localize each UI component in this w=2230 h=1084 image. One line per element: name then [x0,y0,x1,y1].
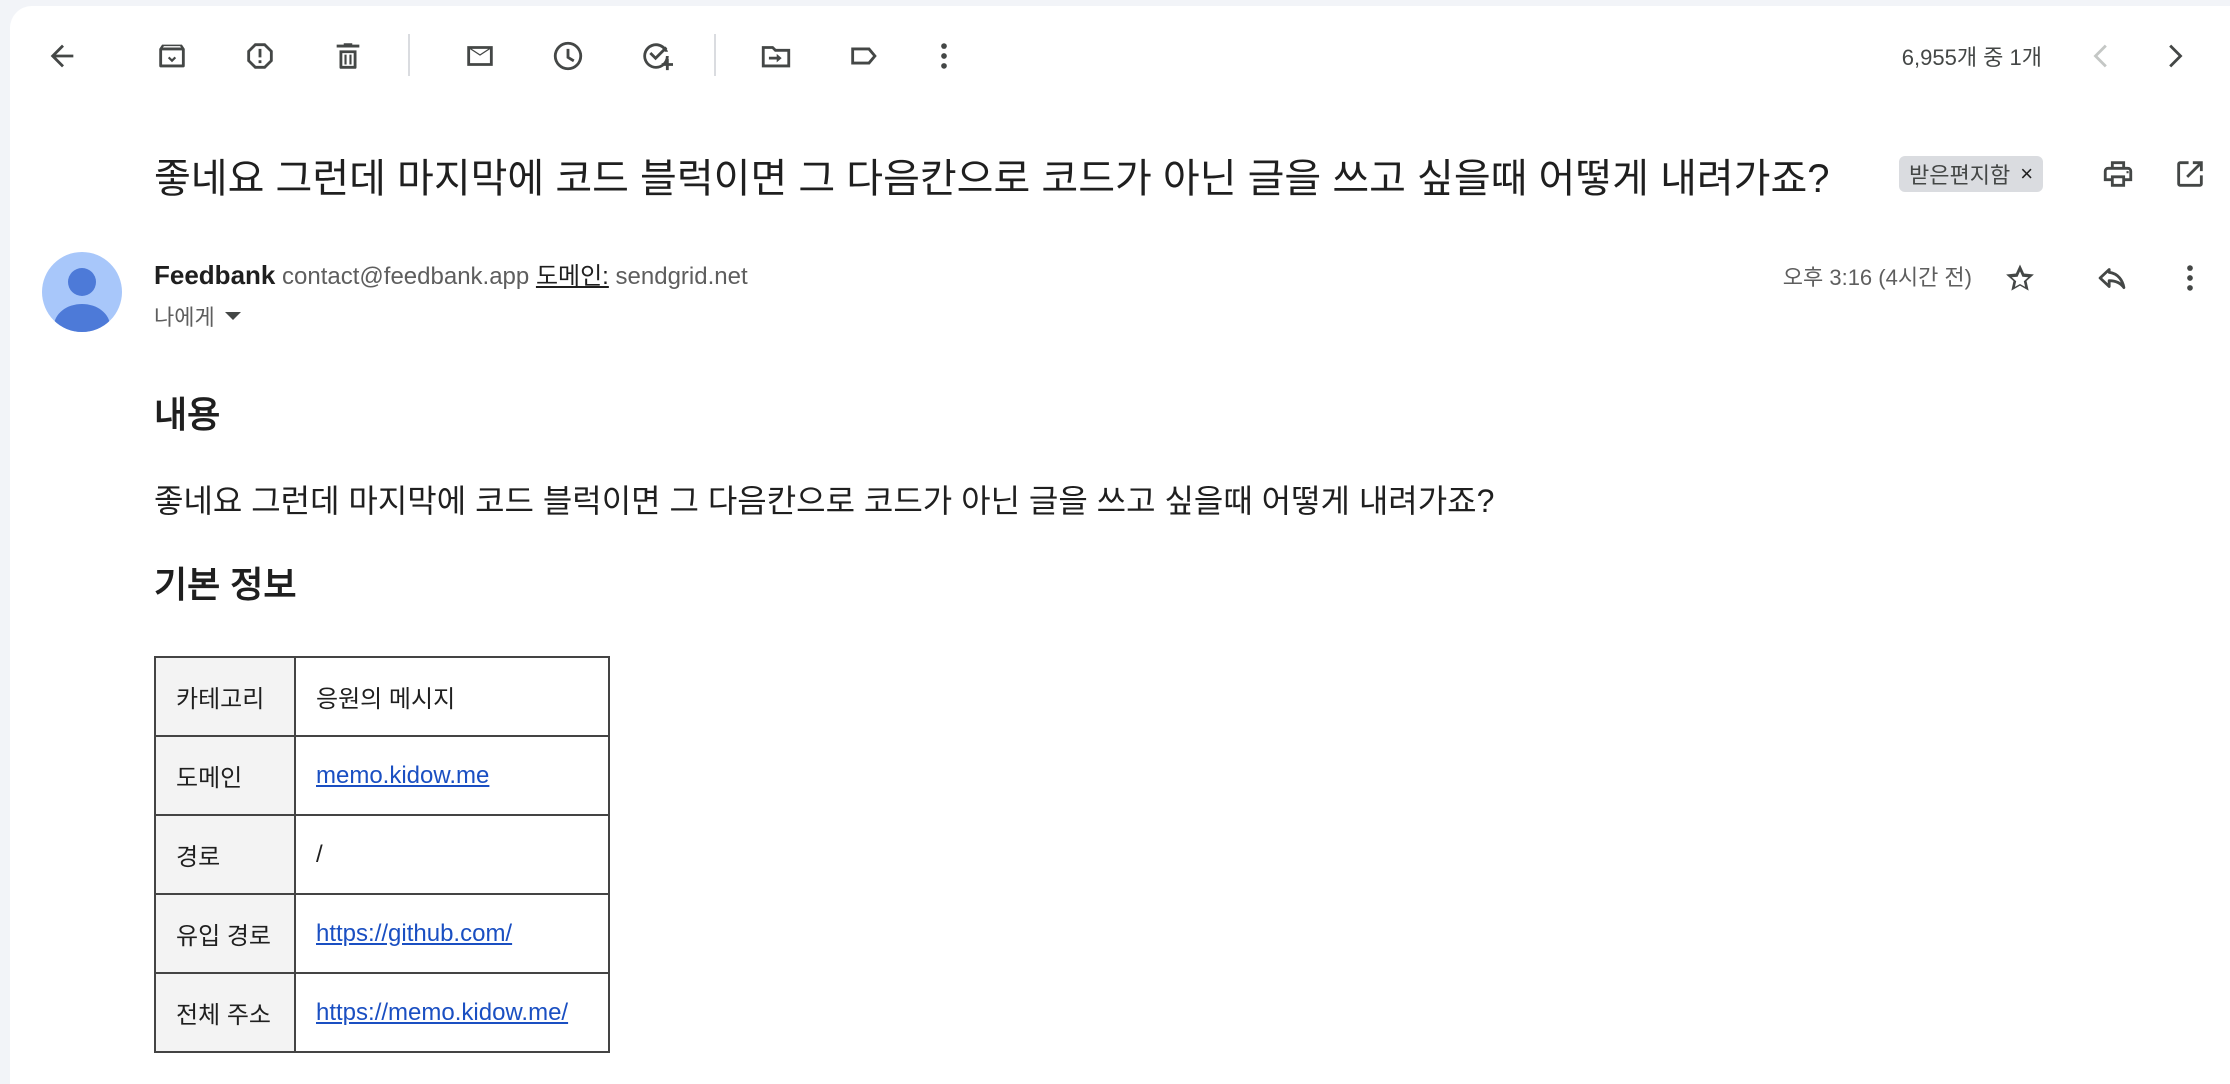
toolbar-divider [408,34,410,76]
message-date: 오후 3:16 (4시간 전) [1782,265,1972,290]
mailed-by-domain: sendgrid.net [615,263,748,290]
move-to-icon [761,46,791,68]
delete-button[interactable] [320,28,376,84]
recipient-line: 나에게 [154,300,241,332]
toolbar: 6,955개 중 1개 [10,6,2230,98]
show-details-caret-icon[interactable] [224,312,241,320]
table-key: 카테고리 [154,656,296,737]
table-key: 전체 주소 [154,972,296,1053]
sender-email: contact@feedbank.app [282,263,530,290]
older-button[interactable] [2146,28,2202,84]
full-url-link[interactable]: https://memo.kidow.me/ [316,999,568,1026]
message-counter: 6,955개 중 1개 [1901,45,2042,70]
recipient-text: 나에게 [154,305,215,330]
toolbar-divider [714,34,716,76]
mail-panel: 6,955개 중 1개 좋네요 그런데 마지막에 코드 블럭이면 그 다음칸으로… [10,6,2230,1084]
add-task-icon [643,43,673,71]
table-row: 카테고리 응원의 메시지 [154,656,610,737]
delete-icon [336,43,360,69]
table-value: 응원의 메시지 [294,656,610,737]
table-value: https://github.com/ [294,893,610,974]
more-vert-icon [941,43,947,69]
mark-unread-button[interactable] [452,28,508,84]
table-row: 도메인 memo.kidow.me [154,735,610,816]
table-value: https://memo.kidow.me/ [294,972,610,1053]
message-body: 내용 좋네요 그런데 마지막에 코드 블럭이면 그 다음칸으로 코드가 아닌 글… [154,386,1494,1053]
snooze-button[interactable] [540,28,596,84]
table-key: 도메인 [154,735,296,816]
info-table: 카테고리 응원의 메시지 도메인 memo.kidow.me 경로 / 유입 경… [154,656,610,1053]
avatar[interactable] [42,252,122,332]
reply-button[interactable] [2084,250,2140,306]
reply-icon [2098,268,2126,290]
back-arrow-icon [50,44,74,68]
archive-icon [159,44,185,68]
prev-chevron-icon [2093,44,2107,68]
report-spam-button[interactable] [232,28,288,84]
print-button[interactable] [2090,146,2146,202]
more-options-button[interactable] [916,28,972,84]
email-subject: 좋네요 그런데 마지막에 코드 블럭이면 그 다음칸으로 코드가 아닌 글을 쓰… [154,157,1830,201]
label-button[interactable] [836,28,892,84]
open-new-window-button[interactable] [2162,146,2218,202]
message-more-button[interactable] [2162,250,2218,306]
move-to-button[interactable] [748,28,804,84]
person-icon [54,268,110,332]
print-icon [2103,161,2133,187]
table-key: 경로 [154,814,296,895]
sender-name[interactable]: Feedbank [154,260,275,290]
report-spam-icon [247,43,273,69]
subject-row: 좋네요 그런데 마지막에 코드 블럭이면 그 다음칸으로 코드가 아닌 글을 쓰… [154,134,2230,214]
referrer-link[interactable]: https://github.com/ [316,920,512,947]
table-key: 유입 경로 [154,893,296,974]
sender-line: Feedbank contact@feedbank.app 도메인: sendg… [154,256,748,291]
more-vert-icon [2187,265,2193,291]
table-row: 경로 / [154,814,610,895]
inbox-label-chip[interactable]: 받은편지함 × [1899,156,2044,192]
section-title-content: 내용 [154,394,221,435]
section-title-info: 기본 정보 [154,564,297,605]
label-icon [851,47,877,65]
table-value: / [294,814,610,895]
domain-link[interactable]: memo.kidow.me [316,762,489,789]
star-icon [2006,264,2034,291]
table-row: 전체 주소 https://memo.kidow.me/ [154,972,610,1053]
table-value: memo.kidow.me [294,735,610,816]
remove-label-icon[interactable]: × [2020,161,2033,187]
add-task-button[interactable] [628,28,684,84]
star-button[interactable] [1992,250,2048,306]
table-row: 유입 경로 https://github.com/ [154,893,610,974]
snooze-icon [553,41,583,71]
newer-button[interactable] [2074,28,2130,84]
open-in-new-icon [2177,161,2203,187]
mark-unread-icon [467,46,493,66]
mailed-by-domain-label[interactable]: 도메인: [536,263,609,290]
content-text: 좋네요 그런데 마지막에 코드 블럭이면 그 다음칸으로 코드가 아닌 글을 쓰… [154,483,1495,519]
archive-button[interactable] [144,28,200,84]
label-text: 받은편지함 [1909,163,2011,188]
next-chevron-icon [2169,44,2183,68]
back-button[interactable] [34,28,90,84]
